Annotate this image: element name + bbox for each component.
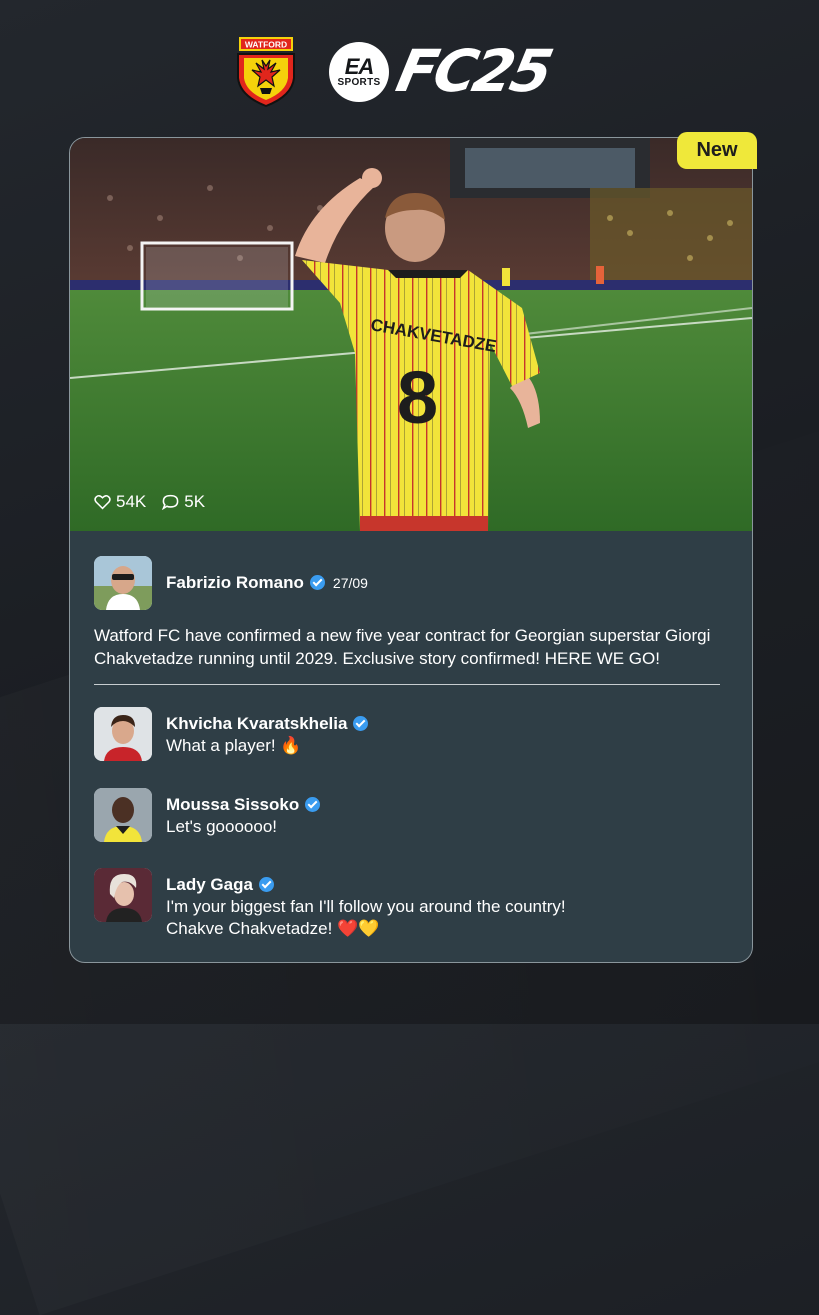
svg-text:8: 8: [397, 356, 438, 439]
verified-check-icon: [258, 877, 274, 892]
post-body: Fabrizio Romano 27/09 Watford FC have con…: [94, 556, 734, 670]
verified-check-icon: [309, 575, 325, 590]
avatar[interactable]: [94, 788, 152, 842]
comment-author-name[interactable]: Moussa Sissoko: [166, 795, 299, 814]
comment-text: Let's goooooo!: [166, 817, 278, 836]
ea-sports-logo: EA SPORTS: [329, 42, 389, 102]
comment-count: 5K: [184, 492, 206, 511]
comment-text: What a player! 🔥: [166, 736, 302, 755]
post-stats: 54K 5K: [94, 492, 205, 512]
comment-text: I'm your biggest fan I'll follow you aro…: [166, 897, 566, 938]
like-stat[interactable]: 54K: [94, 492, 146, 512]
verified-check-icon: [353, 716, 369, 731]
svg-text:WATFORD: WATFORD: [245, 40, 287, 50]
post-date: 27/09: [332, 575, 368, 591]
comment-item[interactable]: Lady Gaga I'm your biggest fan I'll foll…: [94, 868, 606, 940]
post-text: Watford FC have confirmed a new five yea…: [94, 626, 711, 668]
divider: [94, 684, 720, 685]
comment-author-name[interactable]: Lady Gaga: [166, 875, 253, 894]
like-count: 54K: [116, 492, 147, 511]
avatar[interactable]: [94, 868, 152, 922]
avatar[interactable]: [94, 707, 152, 761]
comment-bubble-icon[interactable]: [162, 494, 179, 510]
post-author-name[interactable]: Fabrizio Romano: [166, 573, 304, 592]
heart-icon[interactable]: [94, 494, 111, 510]
post-image[interactable]: CHAKVETADZE 8: [70, 138, 752, 531]
post-card[interactable]: CHAKVETADZE 8 54K 5K Fabrizio Romano 27/…: [69, 137, 753, 963]
comment-author-name[interactable]: Khvicha Kvaratskhelia: [166, 714, 347, 733]
fc25-logo: FC25: [390, 37, 557, 105]
comment-stat[interactable]: 5K: [162, 492, 205, 512]
comment-item[interactable]: Moussa Sissoko Let's goooooo!: [94, 788, 321, 842]
new-badge: New: [677, 132, 757, 169]
verified-check-icon: [305, 797, 321, 812]
avatar[interactable]: [94, 556, 152, 610]
watford-crest-logo: WATFORD: [234, 36, 298, 108]
comment-item[interactable]: Khvicha Kvaratskhelia What a player! 🔥: [94, 707, 369, 761]
